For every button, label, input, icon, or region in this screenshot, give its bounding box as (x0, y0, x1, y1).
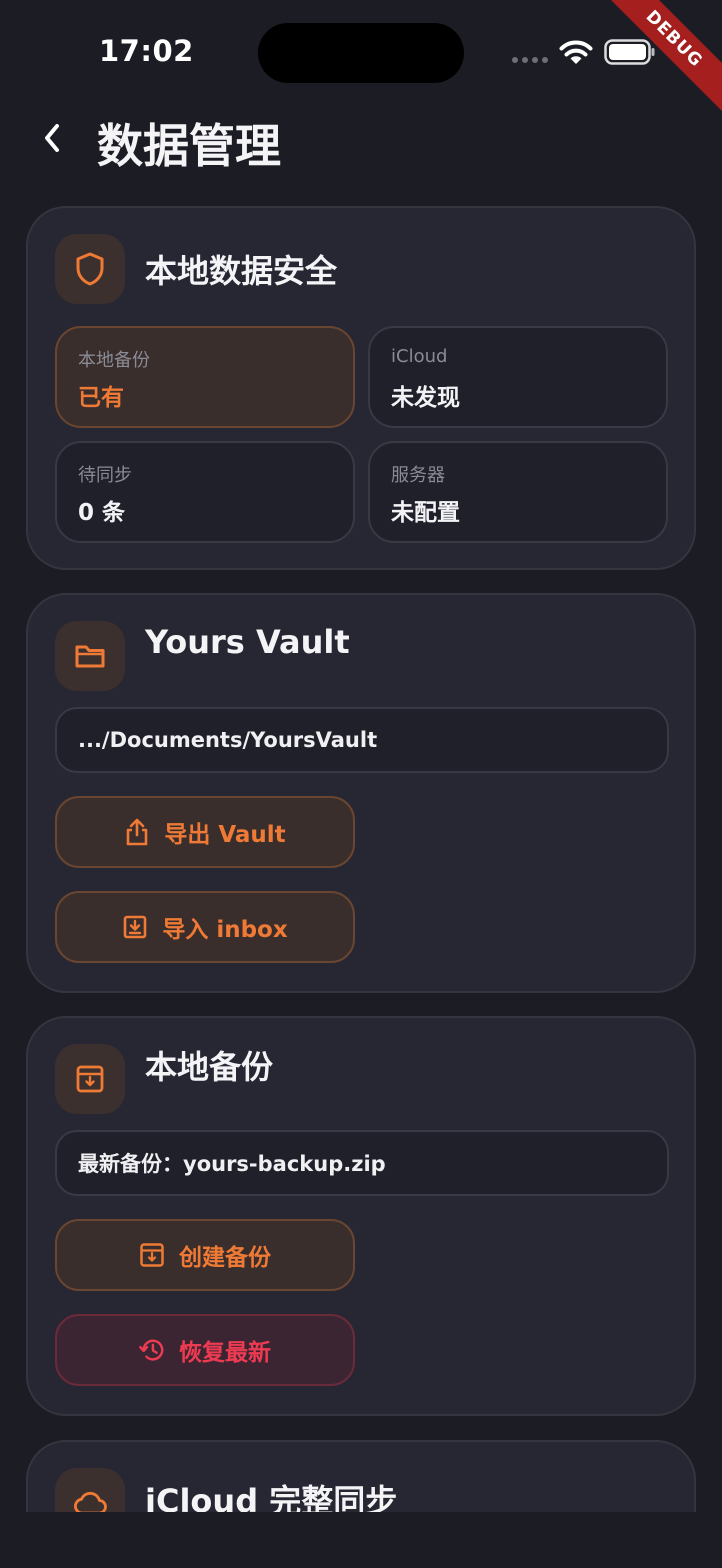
security-card-title: 本地数据安全 (145, 252, 338, 290)
archive-icon (139, 1242, 165, 1268)
stat-icloud: iCloud 未发现 (368, 326, 668, 428)
stat-label: iCloud (391, 346, 448, 367)
security-card: 本地数据安全 本地备份 已有 iCloud 未发现 待同步 0 条 服务器 未配… (26, 206, 696, 570)
stat-value: 0 条 (78, 500, 126, 526)
restore-latest-label: 恢复最新 (179, 1340, 271, 1366)
dynamic-island (258, 23, 464, 83)
create-backup-button[interactable]: 创建备份 (55, 1219, 355, 1291)
stat-value: 已有 (78, 385, 124, 411)
import-icon (122, 914, 148, 940)
backup-card-header: 本地备份 (55, 1044, 273, 1114)
create-backup-label: 创建备份 (179, 1245, 271, 1271)
stat-value: 未配置 (391, 500, 460, 526)
backup-card: 本地备份 最新备份：yours-backup.zip 创建备份 恢复最新 (26, 1016, 696, 1416)
vault-card-title: Yours Vault (145, 623, 350, 661)
page-title: 数据管理 (97, 119, 281, 173)
wifi-icon (559, 40, 593, 64)
shield-icon (55, 234, 125, 304)
cellular-signal-icon (512, 57, 548, 63)
security-card-header: 本地数据安全 (55, 234, 337, 304)
stat-pending-sync: 待同步 0 条 (55, 441, 355, 543)
battery-icon (604, 39, 655, 65)
history-icon (139, 1337, 165, 1363)
stat-label: 本地备份 (78, 350, 150, 371)
export-vault-button[interactable]: 导出 Vault (55, 796, 355, 868)
bottom-bar (0, 1512, 722, 1568)
status-bar: 17:02 DEBUG (0, 0, 722, 122)
vault-card: Yours Vault .../Documents/YoursVault 导出 … (26, 593, 696, 993)
chevron-left-icon (45, 124, 59, 152)
folder-icon (55, 621, 125, 691)
status-time: 17:02 (99, 34, 194, 68)
archive-icon (55, 1044, 125, 1114)
stat-value: 未发现 (391, 385, 460, 411)
import-inbox-label: 导入 inbox (162, 917, 288, 943)
backup-card-title: 本地备份 (145, 1048, 274, 1086)
stat-local-backup: 本地备份 已有 (55, 326, 355, 428)
app-header: 数据管理 (0, 100, 722, 190)
vault-path-field: .../Documents/YoursVault (55, 707, 669, 773)
stat-label: 待同步 (78, 465, 132, 486)
share-icon (124, 818, 150, 846)
import-inbox-button[interactable]: 导入 inbox (55, 891, 355, 963)
restore-latest-button[interactable]: 恢复最新 (55, 1314, 355, 1386)
vault-card-header: Yours Vault (55, 621, 350, 691)
stat-server: 服务器 未配置 (368, 441, 668, 543)
back-button[interactable] (32, 118, 72, 158)
latest-backup-field: 最新备份：yours-backup.zip (55, 1130, 669, 1196)
stat-label: 服务器 (391, 465, 445, 486)
export-vault-label: 导出 Vault (164, 822, 286, 848)
